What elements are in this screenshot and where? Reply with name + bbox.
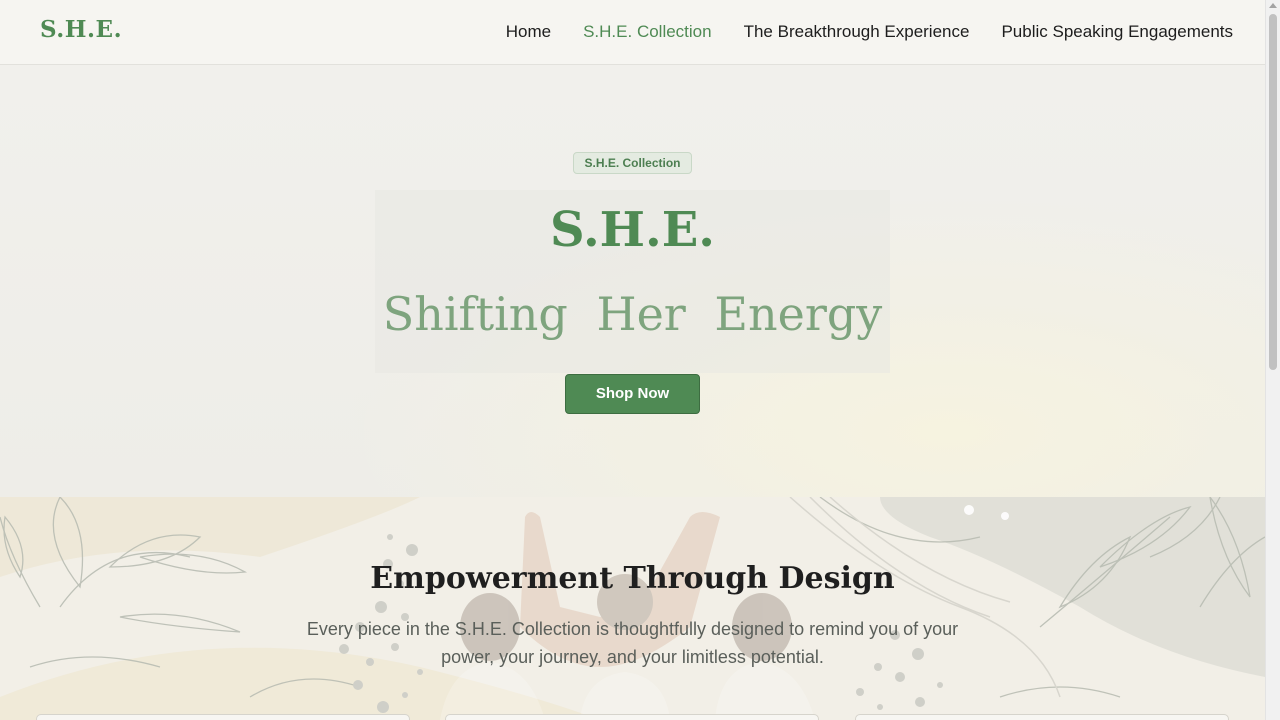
nav-link-she-collection[interactable]: S.H.E. Collection <box>583 22 712 42</box>
product-card[interactable] <box>445 714 819 720</box>
product-card[interactable] <box>855 714 1229 720</box>
main-nav: Home S.H.E. Collection The Breakthrough … <box>506 22 1233 42</box>
scrollbar-thumb[interactable] <box>1269 14 1277 370</box>
section-description: Every piece in the S.H.E. Collection is … <box>306 619 959 667</box>
empowerment-section: Empowerment Through Design Every piece i… <box>0 497 1265 720</box>
product-card[interactable] <box>36 714 410 720</box>
scroll-up-icon[interactable] <box>1269 3 1277 8</box>
collection-badge: S.H.E. Collection <box>573 152 692 174</box>
hero-title: S.H.E. <box>549 202 716 258</box>
botanical-illustration <box>0 497 1265 720</box>
page-scrollbar[interactable] <box>1265 0 1280 720</box>
nav-link-home[interactable]: Home <box>506 22 551 42</box>
site-header: S.H.E. Home S.H.E. Collection The Breakt… <box>0 0 1265 65</box>
nav-link-breakthrough-experience[interactable]: The Breakthrough Experience <box>744 22 970 42</box>
shop-now-button[interactable]: Shop Now <box>565 374 700 414</box>
hero-section: S.H.E. Collection S.H.E. Shifting Her En… <box>0 65 1265 497</box>
nav-link-public-speaking[interactable]: Public Speaking Engagements <box>1001 22 1233 42</box>
hero-subtitle: Shifting Her Energy <box>382 287 883 341</box>
brand-logo[interactable]: S.H.E. <box>40 16 122 43</box>
section-title: Empowerment Through Design <box>370 561 895 596</box>
